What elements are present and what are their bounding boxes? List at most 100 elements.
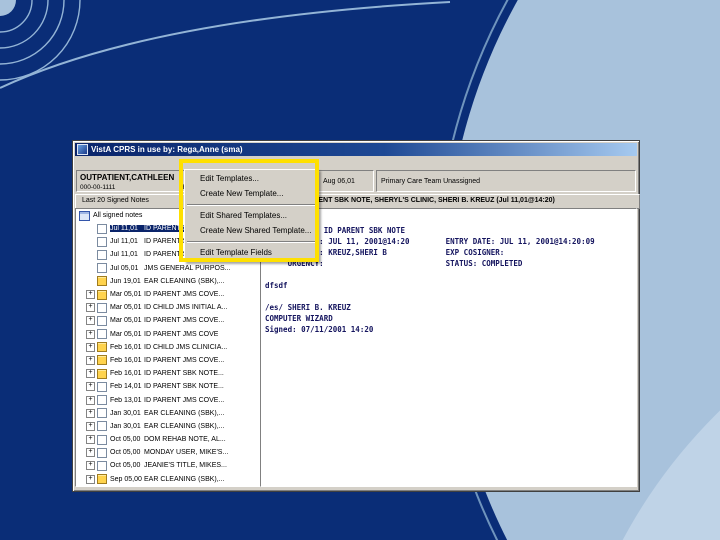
tree-row-label: Feb 14,01 ID PARENT SBK NOTE... (110, 383, 224, 390)
document-icon (97, 263, 107, 274)
expand-plus-icon[interactable] (86, 303, 95, 313)
note-date: Mar 05,01 (110, 291, 142, 299)
tree-row-label: Jan 30,01 EAR CLEANING (SBK),... (110, 410, 225, 417)
tree-row[interactable]: Feb 16,01ID PARENT JMS COVE... (76, 354, 260, 367)
note-date: Feb 14,01 (110, 383, 142, 391)
note-date: Mar 05,01 (110, 304, 142, 312)
folder-icon (97, 342, 107, 353)
tree-row[interactable]: Feb 14,01ID PARENT SBK NOTE... (76, 380, 260, 393)
notebook-icon (79, 210, 90, 221)
patient-ssn: 000-00-1111 (80, 184, 116, 191)
patient-bar: OUTPATIENT,CATHLEEN 000-00-1111 Feb 01,1… (75, 169, 637, 193)
note-date: Oct 05,00 (110, 462, 141, 470)
note-date: Feb 16,01 (110, 343, 142, 351)
note-date: Feb 13,01 (110, 396, 142, 404)
primary-care-team-button[interactable]: Primary Care Team Unassigned (376, 170, 636, 192)
note-title: ID PARENT JMS COVE... (144, 291, 225, 299)
document-icon (97, 315, 107, 326)
expand-plus-icon[interactable] (86, 342, 95, 352)
document-icon (97, 223, 107, 234)
tree-row[interactable]: Feb 13,01ID PARENT JMS COVE... (76, 393, 260, 406)
tree-row-label: Feb 16,01 ID PARENT SBK NOTE... (110, 370, 224, 377)
tree-row-label: Feb 16,01 ID PARENT JMS COVE... (110, 357, 224, 364)
menu-item[interactable] (77, 156, 85, 169)
note-title: EAR CLEANING (SBK),... (144, 422, 225, 430)
expand-plus-icon[interactable] (86, 369, 95, 379)
tree-row[interactable]: Jul 05,01 JMS GENERAL PURPOS... (76, 262, 260, 275)
note-title: ID CHILD JMS INITIAL A... (144, 304, 228, 312)
menu-item[interactable] (101, 156, 109, 169)
note-date: Oct 05,00 (110, 436, 141, 444)
tree-row-label: Mar 05,01 ID CHILD JMS INITIAL A... (110, 304, 227, 311)
tree-row[interactable]: Jan 30,01EAR CLEANING (SBK),... (76, 407, 260, 420)
expand-plus-icon[interactable] (86, 408, 95, 418)
annotation-highlight-box (179, 159, 319, 262)
expand-plus-icon[interactable] (86, 395, 95, 405)
expand-plus-icon[interactable] (86, 474, 95, 484)
cprs-window: VistA CPRS in use by: Rega,Anne (sma) OU… (72, 140, 640, 492)
window-titlebar[interactable]: VistA CPRS in use by: Rega,Anne (sma) (75, 143, 637, 156)
expand-plus-icon[interactable] (86, 382, 95, 392)
note-title: ID PARENT JMS COVE... (144, 317, 225, 325)
note-date: Jul 11,01 (110, 225, 138, 233)
tree-row[interactable]: Feb 16,01ID PARENT SBK NOTE... (76, 367, 260, 380)
menu-item[interactable] (117, 156, 125, 169)
menu-item[interactable] (93, 156, 101, 169)
tree-row[interactable]: Oct 05,00MONDAY USER, MIKE'S... (76, 446, 260, 459)
folder-icon (97, 368, 107, 379)
expand-plus-icon[interactable] (86, 290, 95, 300)
note-date: Jan 30,01 (110, 422, 141, 430)
document-icon (97, 236, 107, 247)
expand-plus-icon[interactable] (86, 355, 95, 365)
note-title: ID PARENT SBK NOTE... (144, 370, 224, 378)
tree-row[interactable]: Jan 30,01EAR CLEANING (SBK),... (76, 420, 260, 433)
folder-icon (97, 355, 107, 366)
tree-row-label: Mar 05,01 ID PARENT JMS COVE... (110, 317, 224, 324)
tree-row-label: Feb 13,01 ID PARENT JMS COVE... (110, 397, 224, 404)
note-title: ID CHILD JMS CLINICIA... (144, 343, 228, 351)
app-icon (77, 144, 88, 155)
tree-row[interactable]: Mar 05,01ID PARENT JMS COVE... (76, 314, 260, 327)
note-title: JEANIE'S TITLE, MIKES... (144, 462, 227, 470)
document-icon (97, 381, 107, 392)
folder-icon (97, 289, 107, 300)
folder-icon (97, 474, 107, 485)
document-icon (97, 447, 107, 458)
tree-root-label: All signed notes (93, 212, 143, 219)
tree-row[interactable]: Mar 05,01ID CHILD JMS INITIAL A... (76, 301, 260, 314)
menu-item[interactable] (125, 156, 133, 169)
note-title: ID PARENT JMS COVE... (144, 396, 225, 404)
document-icon (97, 329, 107, 340)
expand-plus-icon[interactable] (86, 329, 95, 339)
note-date: Jul 11,01 (110, 251, 138, 259)
tree-row-label: Jan 30,01 EAR CLEANING (SBK),... (110, 423, 225, 430)
tree-row-label: Sep 05,00 EAR CLEANING (SBK),... (110, 476, 225, 483)
tree-row[interactable]: Feb 16,01ID CHILD JMS CLINICIA... (76, 341, 260, 354)
tree-row[interactable]: Oct 05,00DOM REHAB NOTE, AL... (76, 433, 260, 446)
document-icon (97, 460, 107, 471)
expand-plus-icon[interactable] (86, 448, 95, 458)
note-title: EAR CLEANING (SBK),... (144, 277, 225, 285)
note-date: Feb 16,01 (110, 370, 142, 378)
note-date: Jul 05,01 (110, 264, 139, 272)
menu-item[interactable] (109, 156, 117, 169)
note-date: Jul 11,01 (110, 238, 138, 246)
document-icon (97, 249, 107, 260)
expand-plus-icon[interactable] (86, 421, 95, 431)
tree-row-label: Jun 19,01 EAR CLEANING (SBK),... (110, 278, 225, 285)
menu-item[interactable] (85, 156, 93, 169)
tree-row[interactable]: Mar 05,01ID PARENT JMS COVE... (76, 288, 260, 301)
note-title: EAR CLEANING (SBK),... (144, 409, 225, 417)
expand-plus-icon[interactable] (86, 435, 95, 445)
team-label: Primary Care Team Unassigned (381, 177, 481, 185)
tree-row[interactable]: Oct 05,00JEANIE'S TITLE, MIKES... (76, 459, 260, 472)
expand-plus-icon[interactable] (86, 316, 95, 326)
tree-row[interactable]: Jun 19,01 EAR CLEANING (SBK),... (76, 275, 260, 288)
tree-row[interactable]: Mar 05,01ID PARENT JMS COVE (76, 328, 260, 341)
tree-row[interactable]: Sep 05,00EAR CLEANING (SBK),... (76, 473, 260, 486)
document-icon (97, 434, 107, 445)
expand-plus-icon[interactable] (86, 461, 95, 471)
tree-row-label: Jul 05,01 JMS GENERAL PURPOS... (110, 265, 230, 272)
note-date: Mar 05,01 (110, 317, 142, 325)
signed-notes-header-label: Last 20 Signed Notes (82, 197, 149, 204)
